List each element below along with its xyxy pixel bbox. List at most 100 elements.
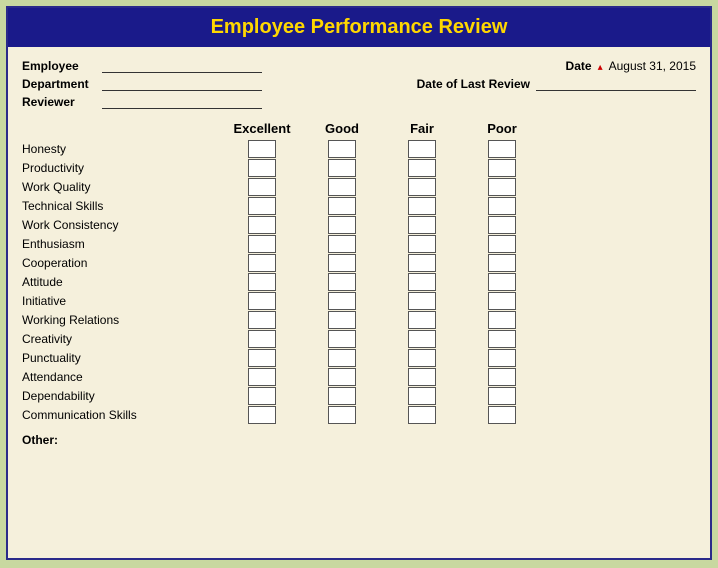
date-label: Date — [566, 59, 592, 73]
rating-checkbox[interactable] — [488, 330, 516, 348]
rating-col-poor — [462, 197, 542, 215]
rating-checkbox[interactable] — [328, 292, 356, 310]
rating-checkbox[interactable] — [328, 159, 356, 177]
rating-checkbox[interactable] — [248, 311, 276, 329]
rating-checkbox[interactable] — [328, 216, 356, 234]
rating-checkbox[interactable] — [408, 178, 436, 196]
rating-col-poor — [462, 140, 542, 158]
rating-checkbox[interactable] — [408, 368, 436, 386]
top-rows: Employee Department Reviewer Date ▴ Augu… — [8, 55, 710, 113]
rating-boxes — [222, 406, 696, 424]
reviewer-input[interactable] — [102, 95, 262, 109]
rating-boxes — [222, 273, 696, 291]
rating-checkbox[interactable] — [488, 159, 516, 177]
rating-checkbox[interactable] — [408, 197, 436, 215]
employee-row: Employee — [22, 59, 359, 73]
rating-checkbox[interactable] — [328, 273, 356, 291]
rating-checkbox[interactable] — [488, 387, 516, 405]
rating-checkbox[interactable] — [328, 311, 356, 329]
table-row: Attitude — [22, 273, 696, 291]
rating-col-fair — [382, 406, 462, 424]
rating-checkbox[interactable] — [248, 273, 276, 291]
rating-checkbox[interactable] — [248, 140, 276, 158]
rating-col-good — [302, 406, 382, 424]
rating-col-poor — [462, 159, 542, 177]
rating-checkbox[interactable] — [328, 349, 356, 367]
rating-checkbox[interactable] — [408, 292, 436, 310]
rating-checkbox[interactable] — [408, 235, 436, 253]
rating-checkbox[interactable] — [488, 216, 516, 234]
table-row: Honesty — [22, 140, 696, 158]
rating-checkbox[interactable] — [408, 406, 436, 424]
criteria-label: Communication Skills — [22, 408, 222, 422]
rating-checkbox[interactable] — [488, 197, 516, 215]
rating-checkbox[interactable] — [328, 235, 356, 253]
rating-col-good — [302, 159, 382, 177]
rating-checkbox[interactable] — [248, 406, 276, 424]
employee-input[interactable] — [102, 59, 262, 73]
department-input[interactable] — [102, 77, 262, 91]
rating-checkbox[interactable] — [408, 387, 436, 405]
rating-col-fair — [382, 159, 462, 177]
rating-checkbox[interactable] — [248, 216, 276, 234]
rating-col-excellent — [222, 273, 302, 291]
rating-checkbox[interactable] — [328, 254, 356, 272]
rating-checkbox[interactable] — [328, 387, 356, 405]
rating-checkbox[interactable] — [408, 349, 436, 367]
rating-checkbox[interactable] — [328, 406, 356, 424]
rating-col-excellent — [222, 406, 302, 424]
rating-checkbox[interactable] — [488, 368, 516, 386]
rating-checkbox[interactable] — [248, 387, 276, 405]
rating-checkbox[interactable] — [328, 368, 356, 386]
col-good: Good — [302, 121, 382, 136]
criteria-label: Technical Skills — [22, 199, 222, 213]
rating-col-poor — [462, 368, 542, 386]
rating-checkbox[interactable] — [488, 311, 516, 329]
rating-checkbox[interactable] — [488, 140, 516, 158]
rating-checkbox[interactable] — [408, 273, 436, 291]
rating-col-good — [302, 292, 382, 310]
ratings-section: Excellent Good Fair Poor HonestyProducti… — [8, 113, 710, 424]
table-row: Communication Skills — [22, 406, 696, 424]
rating-col-excellent — [222, 387, 302, 405]
rating-col-good — [302, 140, 382, 158]
rating-checkbox[interactable] — [248, 349, 276, 367]
rating-checkbox[interactable] — [488, 349, 516, 367]
last-review-input[interactable] — [536, 77, 696, 91]
rating-checkbox[interactable] — [408, 330, 436, 348]
rating-checkbox[interactable] — [488, 273, 516, 291]
rating-col-poor — [462, 349, 542, 367]
rating-checkbox[interactable] — [248, 368, 276, 386]
rating-checkbox[interactable] — [328, 330, 356, 348]
rating-checkbox[interactable] — [248, 197, 276, 215]
rating-checkbox[interactable] — [408, 311, 436, 329]
rating-col-fair — [382, 349, 462, 367]
rating-checkbox[interactable] — [328, 197, 356, 215]
rating-checkbox[interactable] — [248, 235, 276, 253]
col-fair: Fair — [382, 121, 462, 136]
rating-checkbox[interactable] — [328, 178, 356, 196]
rating-boxes — [222, 197, 696, 215]
rating-checkbox[interactable] — [408, 254, 436, 272]
rating-col-good — [302, 178, 382, 196]
form-container: Employee Performance Review Employee Dep… — [6, 6, 712, 560]
criteria-label: Punctuality — [22, 351, 222, 365]
rating-checkbox[interactable] — [248, 254, 276, 272]
rating-checkbox[interactable] — [488, 178, 516, 196]
rating-col-excellent — [222, 216, 302, 234]
rating-checkbox[interactable] — [248, 178, 276, 196]
rating-checkbox[interactable] — [488, 235, 516, 253]
rating-checkbox[interactable] — [488, 292, 516, 310]
rating-col-good — [302, 330, 382, 348]
rating-checkbox[interactable] — [408, 159, 436, 177]
rating-checkbox[interactable] — [408, 216, 436, 234]
rating-checkbox[interactable] — [248, 292, 276, 310]
rating-checkbox[interactable] — [488, 406, 516, 424]
rating-checkbox[interactable] — [488, 254, 516, 272]
rating-checkbox[interactable] — [408, 140, 436, 158]
rating-col-good — [302, 349, 382, 367]
rating-checkbox[interactable] — [248, 159, 276, 177]
rating-checkbox[interactable] — [328, 140, 356, 158]
table-row: Work Consistency — [22, 216, 696, 234]
rating-checkbox[interactable] — [248, 330, 276, 348]
